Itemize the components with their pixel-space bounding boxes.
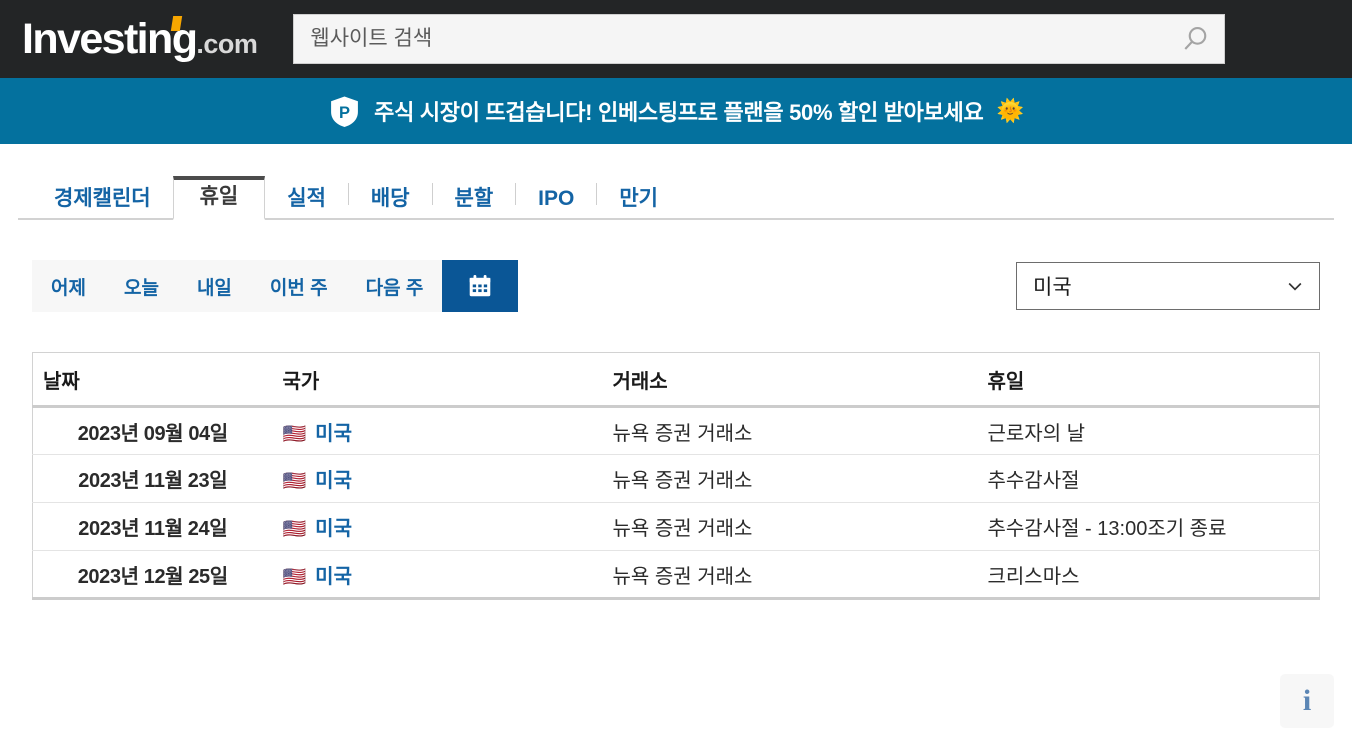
- column-header-exchange[interactable]: 거래소: [602, 352, 978, 408]
- cell-date: 2023년 12월 25일: [32, 550, 273, 600]
- cell-holiday: 근로자의 날: [977, 406, 1320, 455]
- filter-yesterday[interactable]: 어제: [32, 260, 105, 312]
- date-picker-button[interactable]: [442, 260, 519, 312]
- info-icon: i: [1302, 684, 1312, 717]
- logo-text: Investing: [22, 14, 198, 63]
- country-filter-value: 미국: [1033, 276, 1072, 299]
- country-link[interactable]: 미국: [315, 518, 352, 540]
- filter-row: 어제 오늘 내일 이번 주 다음 주 미국: [18, 260, 1334, 312]
- holidays-table: 날짜 국가 거래소 휴일 2023년 09월 04일 🇺🇸 미국 뉴욕 증권 거래…: [32, 352, 1320, 600]
- column-header-country[interactable]: 국가: [272, 352, 603, 408]
- flag-icon-us: 🇺🇸: [282, 566, 307, 588]
- svg-text:P: P: [339, 104, 350, 122]
- holidays-table-container: 날짜 국가 거래소 휴일 2023년 09월 04일 🇺🇸 미국 뉴욕 증권 거래…: [18, 352, 1334, 600]
- top-header-bar: Investing .com: [0, 0, 1352, 78]
- table-header-row: 날짜 국가 거래소 휴일: [32, 352, 1320, 408]
- quick-date-filters: 어제 오늘 내일 이번 주 다음 주: [32, 260, 519, 312]
- logo-suffix: .com: [196, 28, 258, 59]
- calendar-icon: [470, 274, 491, 297]
- cell-country: 🇺🇸 미국: [272, 550, 603, 600]
- promo-banner[interactable]: P 주식 시장이 뜨겁습니다! 인베스팅프로 플랜을 50% 할인 받아보세요 …: [0, 78, 1352, 144]
- table-row[interactable]: 2023년 11월 23일 🇺🇸 미국 뉴욕 증권 거래소 추수감사절: [32, 454, 1320, 503]
- tab-dividends[interactable]: 배당: [349, 180, 432, 220]
- country-filter-dropdown[interactable]: 미국: [1016, 262, 1320, 310]
- cell-country: 🇺🇸 미국: [272, 454, 603, 503]
- page-root: Investing .com P 주식 시장이 뜨겁습니다! 인베스팅프로 플랜…: [0, 0, 1352, 748]
- tab-ipo[interactable]: IPO: [516, 180, 596, 220]
- cell-holiday: 추수감사절 - 13:00조기 종료: [977, 502, 1320, 551]
- table-body: 2023년 09월 04일 🇺🇸 미국 뉴욕 증권 거래소 근로자의 날 2023…: [32, 406, 1320, 600]
- filter-today[interactable]: 오늘: [105, 260, 178, 312]
- column-header-date[interactable]: 날짜: [32, 352, 273, 408]
- filter-this-week[interactable]: 이번 주: [251, 260, 347, 312]
- tabs-section: 경제캘린더 휴일 실적 배당 분할 IPO 만기: [0, 144, 1352, 220]
- tab-economic-calendar[interactable]: 경제캘린더: [32, 180, 173, 220]
- investingpro-shield-icon: P: [331, 96, 359, 127]
- tab-splits[interactable]: 분할: [433, 180, 516, 220]
- table-row[interactable]: 2023년 11월 24일 🇺🇸 미국 뉴욕 증권 거래소 추수감사절 - 13:…: [32, 502, 1320, 551]
- cell-exchange: 뉴욕 증권 거래소: [602, 454, 978, 503]
- filter-tomorrow[interactable]: 내일: [178, 260, 251, 312]
- tab-holidays[interactable]: 휴일: [172, 176, 266, 220]
- cell-holiday: 크리스마스: [977, 550, 1320, 600]
- column-header-holiday[interactable]: 휴일: [977, 352, 1320, 408]
- country-link[interactable]: 미국: [315, 470, 352, 492]
- cell-exchange: 뉴욕 증권 거래소: [602, 502, 978, 551]
- cell-holiday: 추수감사절: [977, 454, 1320, 503]
- cell-date: 2023년 09월 04일: [32, 406, 273, 455]
- sun-emoji-icon: 🌞: [996, 98, 1024, 123]
- info-button[interactable]: i: [1280, 674, 1334, 728]
- table-header: 날짜 국가 거래소 휴일: [32, 352, 1320, 408]
- chevron-down-icon: [1288, 282, 1302, 291]
- filter-next-week[interactable]: 다음 주: [347, 260, 443, 312]
- cell-exchange: 뉴욕 증권 거래소: [602, 406, 978, 455]
- calendar-tabs: 경제캘린더 휴일 실적 배당 분할 IPO 만기: [18, 172, 1334, 220]
- flag-icon-us: 🇺🇸: [282, 519, 307, 540]
- cell-date: 2023년 11월 23일: [32, 454, 273, 503]
- table-row[interactable]: 2023년 09월 04일 🇺🇸 미국 뉴욕 증권 거래소 근로자의 날: [32, 406, 1320, 455]
- cell-exchange: 뉴욕 증권 거래소: [602, 550, 978, 600]
- country-link[interactable]: 미국: [315, 423, 352, 445]
- country-link[interactable]: 미국: [315, 566, 352, 588]
- site-logo[interactable]: Investing .com: [22, 14, 258, 63]
- flag-icon-us: 🇺🇸: [282, 471, 307, 492]
- cell-country: 🇺🇸 미국: [272, 502, 603, 551]
- tab-expiry[interactable]: 만기: [597, 180, 680, 220]
- search-icon[interactable]: [1180, 24, 1210, 54]
- tab-earnings[interactable]: 실적: [265, 180, 348, 220]
- cell-country: 🇺🇸 미국: [272, 406, 603, 455]
- search-input[interactable]: [308, 26, 1181, 52]
- table-row[interactable]: 2023년 12월 25일 🇺🇸 미국 뉴욕 증권 거래소 크리스마스: [32, 550, 1320, 600]
- search-bar[interactable]: [293, 14, 1226, 64]
- cell-date: 2023년 11월 24일: [32, 502, 273, 551]
- flag-icon-us: 🇺🇸: [282, 423, 307, 445]
- promo-banner-text: 주식 시장이 뜨겁습니다! 인베스팅프로 플랜을 50% 할인 받아보세요: [374, 100, 984, 125]
